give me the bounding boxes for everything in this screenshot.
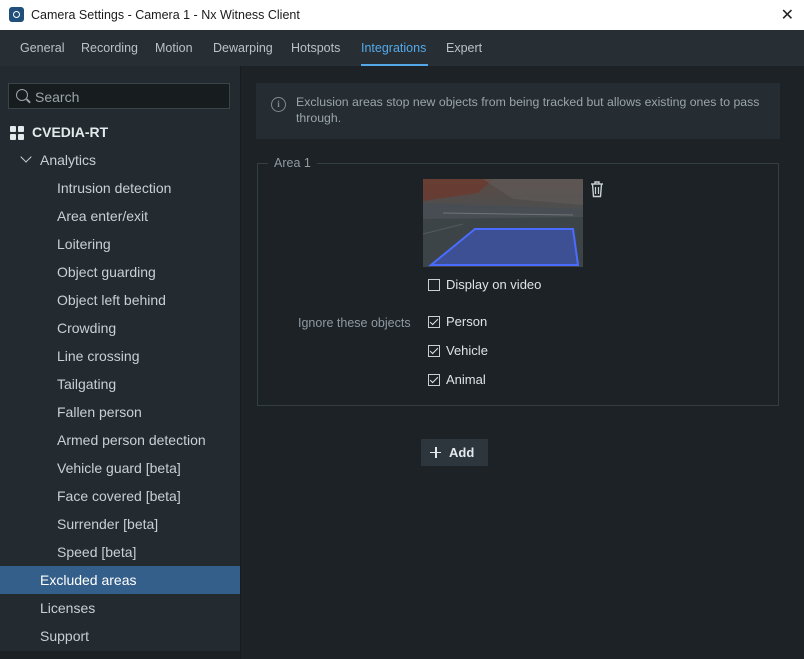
tree-item-object-guarding[interactable]: Object guarding xyxy=(0,258,240,286)
plus-icon xyxy=(430,447,441,458)
tree-item-crowding[interactable]: Crowding xyxy=(0,314,240,342)
tree-item-label: Loitering xyxy=(57,236,111,252)
checkbox-label: Animal xyxy=(446,372,486,387)
plugin-grid-icon xyxy=(10,126,24,140)
tab-motion[interactable]: Motion xyxy=(155,41,193,55)
tree-item-label: Line crossing xyxy=(57,348,140,364)
tree-item-cvedia-rt[interactable]: CVEDIA-RT xyxy=(0,118,240,146)
tree-item-label: Licenses xyxy=(40,600,96,616)
window-title: Camera Settings - Camera 1 - Nx Witness … xyxy=(31,8,300,22)
info-banner: i Exclusion areas stop new objects from … xyxy=(256,83,780,139)
tree-item-label: Support xyxy=(40,628,90,644)
tree-item-vehicle-guard[interactable]: Vehicle guard [beta] xyxy=(0,454,240,482)
title-bar: Camera Settings - Camera 1 - Nx Witness … xyxy=(0,0,804,30)
trash-icon[interactable] xyxy=(589,180,605,198)
area-title: Area 1 xyxy=(268,156,317,170)
display-on-video-checkbox[interactable]: Display on video xyxy=(428,277,548,295)
camera-thumbnail-image xyxy=(423,179,583,267)
tree-item-line-crossing[interactable]: Line crossing xyxy=(0,342,240,370)
checkbox-checked xyxy=(428,316,440,328)
add-button-label: Add xyxy=(449,445,475,460)
tab-hotspots[interactable]: Hotspots xyxy=(291,41,340,55)
info-icon: i xyxy=(271,97,286,112)
add-area-button[interactable]: Add xyxy=(421,439,488,466)
tab-dewarping[interactable]: Dewarping xyxy=(213,41,273,55)
tree-item-label: Excluded areas xyxy=(40,572,137,588)
tree-item-object-left-behind[interactable]: Object left behind xyxy=(0,286,240,314)
tree-item-tailgating[interactable]: Tailgating xyxy=(0,370,240,398)
ignore-animal-checkbox[interactable]: Animal xyxy=(428,372,508,390)
checkbox-label: Vehicle xyxy=(446,343,488,358)
area-thumbnail[interactable] xyxy=(423,179,583,267)
sidebar-footer xyxy=(0,651,240,659)
tab-general[interactable]: General xyxy=(20,41,64,55)
checkbox-label: Display on video xyxy=(446,277,542,292)
area-group: Area 1 Display on video Ignore these obj… xyxy=(257,156,779,406)
tree-item-surrender[interactable]: Surrender [beta] xyxy=(0,510,240,538)
tab-integrations[interactable]: Integrations xyxy=(361,41,426,55)
tree-item-fallen-person[interactable]: Fallen person xyxy=(0,398,240,426)
close-icon[interactable]: ✕ xyxy=(781,5,794,25)
tree-item-loitering[interactable]: Loitering xyxy=(0,230,240,258)
tree-item-armed-person-detection[interactable]: Armed person detection xyxy=(0,426,240,454)
tree-item-label: CVEDIA-RT xyxy=(32,124,109,140)
tree-item-label: Tailgating xyxy=(57,376,117,392)
tree-item-label: Face covered [beta] xyxy=(57,488,181,504)
tab-recording[interactable]: Recording xyxy=(81,41,138,55)
tree-item-label: Armed person detection xyxy=(57,432,206,448)
tree-item-label: Object left behind xyxy=(57,292,166,308)
sidebar: CVEDIA-RT Analytics Intrusion detection … xyxy=(0,66,241,659)
tree-item-label: Fallen person xyxy=(57,404,142,420)
tree-item-speed[interactable]: Speed [beta] xyxy=(0,538,240,566)
search-box xyxy=(8,83,230,109)
tree-item-licenses[interactable]: Licenses xyxy=(0,594,240,622)
ignore-vehicle-checkbox[interactable]: Vehicle xyxy=(428,343,508,361)
tree-item-analytics[interactable]: Analytics xyxy=(0,146,240,174)
tree-item-area-enter-exit[interactable]: Area enter/exit xyxy=(0,202,240,230)
chevron-down-icon xyxy=(20,151,32,163)
tree-item-label: Intrusion detection xyxy=(57,180,172,196)
tree-item-label: Object guarding xyxy=(57,264,156,280)
tree-item-label: Analytics xyxy=(40,152,97,168)
tree-item-face-covered[interactable]: Face covered [beta] xyxy=(0,482,240,510)
info-text: Exclusion areas stop new objects from be… xyxy=(296,95,760,125)
search-icon xyxy=(16,89,28,101)
checkbox-unchecked xyxy=(428,279,440,291)
tab-bar: General Recording Motion Dewarping Hotsp… xyxy=(0,30,804,66)
checkbox-checked xyxy=(428,374,440,386)
ignore-person-checkbox[interactable]: Person xyxy=(428,314,508,332)
main-panel: i Exclusion areas stop new objects from … xyxy=(241,66,804,659)
tree-item-support[interactable]: Support xyxy=(0,622,240,650)
app-icon xyxy=(9,7,24,22)
tree-item-label: Surrender [beta] xyxy=(57,516,159,532)
ignore-objects-label: Ignore these objects xyxy=(298,316,411,330)
tree-item-intrusion-detection[interactable]: Intrusion detection xyxy=(0,174,240,202)
checkbox-label: Person xyxy=(446,314,488,329)
tree-item-label: Vehicle guard [beta] xyxy=(57,460,181,476)
tree-item-label: Crowding xyxy=(57,320,117,336)
tree-item-label: Area enter/exit xyxy=(57,208,149,224)
tab-expert[interactable]: Expert xyxy=(446,41,482,55)
tree-item-label: Speed [beta] xyxy=(57,544,137,560)
search-input[interactable] xyxy=(33,86,227,108)
tree-item-excluded-areas[interactable]: Excluded areas xyxy=(0,566,240,594)
checkbox-checked xyxy=(428,345,440,357)
